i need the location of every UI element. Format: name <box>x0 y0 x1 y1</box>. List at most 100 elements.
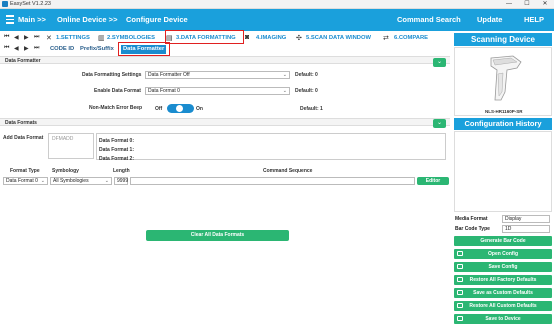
collapse-formats-chevron-down-icon[interactable]: ⌄ <box>433 119 446 128</box>
close-button[interactable]: ✕ <box>536 0 554 9</box>
menu-configure-device[interactable]: Configure Device <box>126 15 188 24</box>
tab-symbologies[interactable]: 2.SYMBOLOGIES <box>107 35 155 41</box>
scanning-device-title: Scanning Device <box>454 33 552 46</box>
save-config-button[interactable]: Save Config <box>454 262 552 272</box>
add-data-format-label: Add Data Format <box>3 135 44 141</box>
generate-bar-code-button[interactable]: Generate Bar Code <box>454 236 552 246</box>
device-icon <box>457 316 463 321</box>
configuration-history-title: Configuration History <box>454 118 552 130</box>
highlight-data-formatting-tab <box>165 30 244 44</box>
save-custom-defaults-button[interactable]: Save as Custom Defaults <box>454 288 552 298</box>
symbology-select[interactable]: All Symbologies ⌄ <box>50 177 112 185</box>
format-type-select[interactable]: Data Format 0 ⌄ <box>3 177 48 185</box>
scanner-image-panel: NLS-HR1160P-SR <box>454 47 552 116</box>
settings-icon: ✕ <box>46 35 52 42</box>
tab-compare[interactable]: 6.COMPARE <box>394 35 428 41</box>
toggle-off-label: Off <box>155 106 163 112</box>
formatting-default: Default: 0 <box>295 72 318 78</box>
col-command-sequence: Command Sequence <box>263 168 313 174</box>
menu-help[interactable]: HELP <box>524 15 544 24</box>
data-formatter-title: Data Formatter <box>5 58 41 64</box>
save-to-device-label: Save to Device <box>485 316 521 322</box>
prev-subtab-icon[interactable]: ◀ <box>14 45 19 52</box>
save-config-label: Save Config <box>488 264 518 270</box>
non-match-default: Default: 1 <box>300 106 323 112</box>
restore-icon <box>457 303 463 308</box>
clear-all-data-formats-button[interactable]: Clear All Data Formats <box>146 230 289 241</box>
media-format-value: Display <box>505 216 522 222</box>
data-formats-header: Data Formats <box>0 118 450 126</box>
tab-prefix-suffix[interactable]: Prefix/Suffix <box>80 46 114 52</box>
tab-settings[interactable]: 1.SETTINGS <box>56 35 90 41</box>
save-icon <box>457 264 463 269</box>
length-input[interactable]: 9999 <box>114 177 128 185</box>
tab-imaging[interactable]: 4.IMAGING <box>256 35 286 41</box>
data-format-2-row[interactable]: Data Format 2: <box>99 156 134 162</box>
enable-format-value: Data Format 0 <box>148 88 180 94</box>
chevron-down-icon: ⌄ <box>282 72 287 78</box>
restore-factory-defaults-button[interactable]: Restore All Factory Defaults <box>454 275 552 285</box>
media-format-label: Media Format <box>455 216 488 222</box>
non-match-beep-label: Non-Match Error Beep <box>89 105 143 111</box>
save-custom-defaults-label: Save as Custom Defaults <box>473 290 533 296</box>
tab-scan-data-window[interactable]: 5.SCAN DATA WINDOW <box>306 35 371 41</box>
chevron-down-icon: ⌄ <box>40 178 45 184</box>
media-format-select[interactable]: Display <box>502 215 550 223</box>
bar-code-type-label: Bar Code Type <box>455 226 490 232</box>
open-config-button[interactable]: Open Config <box>454 249 552 259</box>
app-logo-icon <box>2 1 8 7</box>
barcode-scanner-icon <box>490 55 522 101</box>
data-formats-title: Data Formats <box>5 120 37 126</box>
length-value: 9999 <box>117 178 129 184</box>
col-length: Length <box>113 168 130 174</box>
camera-icon: ◙ <box>245 34 250 41</box>
menu-command-search[interactable]: Command Search <box>397 15 461 24</box>
scan-window-icon: ✣ <box>296 35 302 42</box>
chevron-down-icon: ⌄ <box>282 88 287 94</box>
first-tab-icon[interactable]: ⏮ <box>4 34 9 41</box>
first-subtab-icon[interactable]: ⏮ <box>4 45 9 52</box>
folder-icon <box>457 251 463 256</box>
formatting-settings-select[interactable]: Data Formatter Off ⌄ <box>145 71 290 79</box>
enable-format-default: Default: 0 <box>295 88 318 94</box>
symbologies-icon: ▥ <box>98 35 105 42</box>
compare-icon: ⇄ <box>383 35 389 42</box>
menu-bar: Main >> Online Device >> Configure Devic… <box>0 9 554 31</box>
minimize-button[interactable]: — <box>500 0 518 9</box>
data-format-0-row[interactable]: Data Format 0: <box>99 138 134 144</box>
hamburger-icon[interactable] <box>6 15 14 24</box>
bar-code-type-select[interactable]: 1D <box>502 225 550 233</box>
next-subtab-icon[interactable]: ▶ <box>24 45 29 52</box>
open-config-label: Open Config <box>488 251 518 257</box>
non-match-beep-toggle[interactable] <box>167 104 194 113</box>
next-tab-icon[interactable]: ▶ <box>24 34 29 41</box>
save-to-device-button[interactable]: Save to Device <box>454 314 552 324</box>
menu-update[interactable]: Update <box>477 15 502 24</box>
collapse-formatter-chevron-down-icon[interactable]: ⌄ <box>433 58 446 67</box>
last-tab-icon[interactable]: ⏭ <box>34 34 39 41</box>
formatting-settings-value: Data Formatter Off <box>148 72 190 78</box>
last-subtab-icon[interactable]: ⏭ <box>34 45 39 52</box>
data-format-1-row[interactable]: Data Format 1: <box>99 147 134 153</box>
menu-main[interactable]: Main >> <box>18 15 46 24</box>
editor-button[interactable]: Editor <box>417 177 449 185</box>
enable-format-select[interactable]: Data Format 0 ⌄ <box>145 87 290 95</box>
restore-factory-defaults-label: Restore All Factory Defaults <box>469 277 537 283</box>
chevron-down-icon: ⌄ <box>104 178 109 184</box>
tab-code-id[interactable]: CODE ID <box>50 46 74 52</box>
device-model-label: NLS-HR1160P-SR <box>485 109 523 114</box>
data-formats-list[interactable] <box>96 133 446 160</box>
formatting-settings-label: Data Formatting Settings <box>82 72 142 78</box>
symbology-value: All Symbologies <box>53 178 89 184</box>
menu-online-device[interactable]: Online Device >> <box>57 15 117 24</box>
restore-icon <box>457 277 463 282</box>
configuration-history-list[interactable] <box>454 131 552 212</box>
command-sequence-input[interactable] <box>130 177 415 185</box>
add-data-format-input[interactable]: DFMADD <box>48 133 94 159</box>
col-format-type: Format Type <box>10 168 40 174</box>
toggle-on-label: On <box>196 106 203 112</box>
maximize-button[interactable]: ☐ <box>518 0 536 9</box>
restore-custom-defaults-button[interactable]: Restore All Custom Defaults <box>454 301 552 311</box>
bar-code-type-value: 1D <box>505 226 512 232</box>
prev-tab-icon[interactable]: ◀ <box>14 34 19 41</box>
